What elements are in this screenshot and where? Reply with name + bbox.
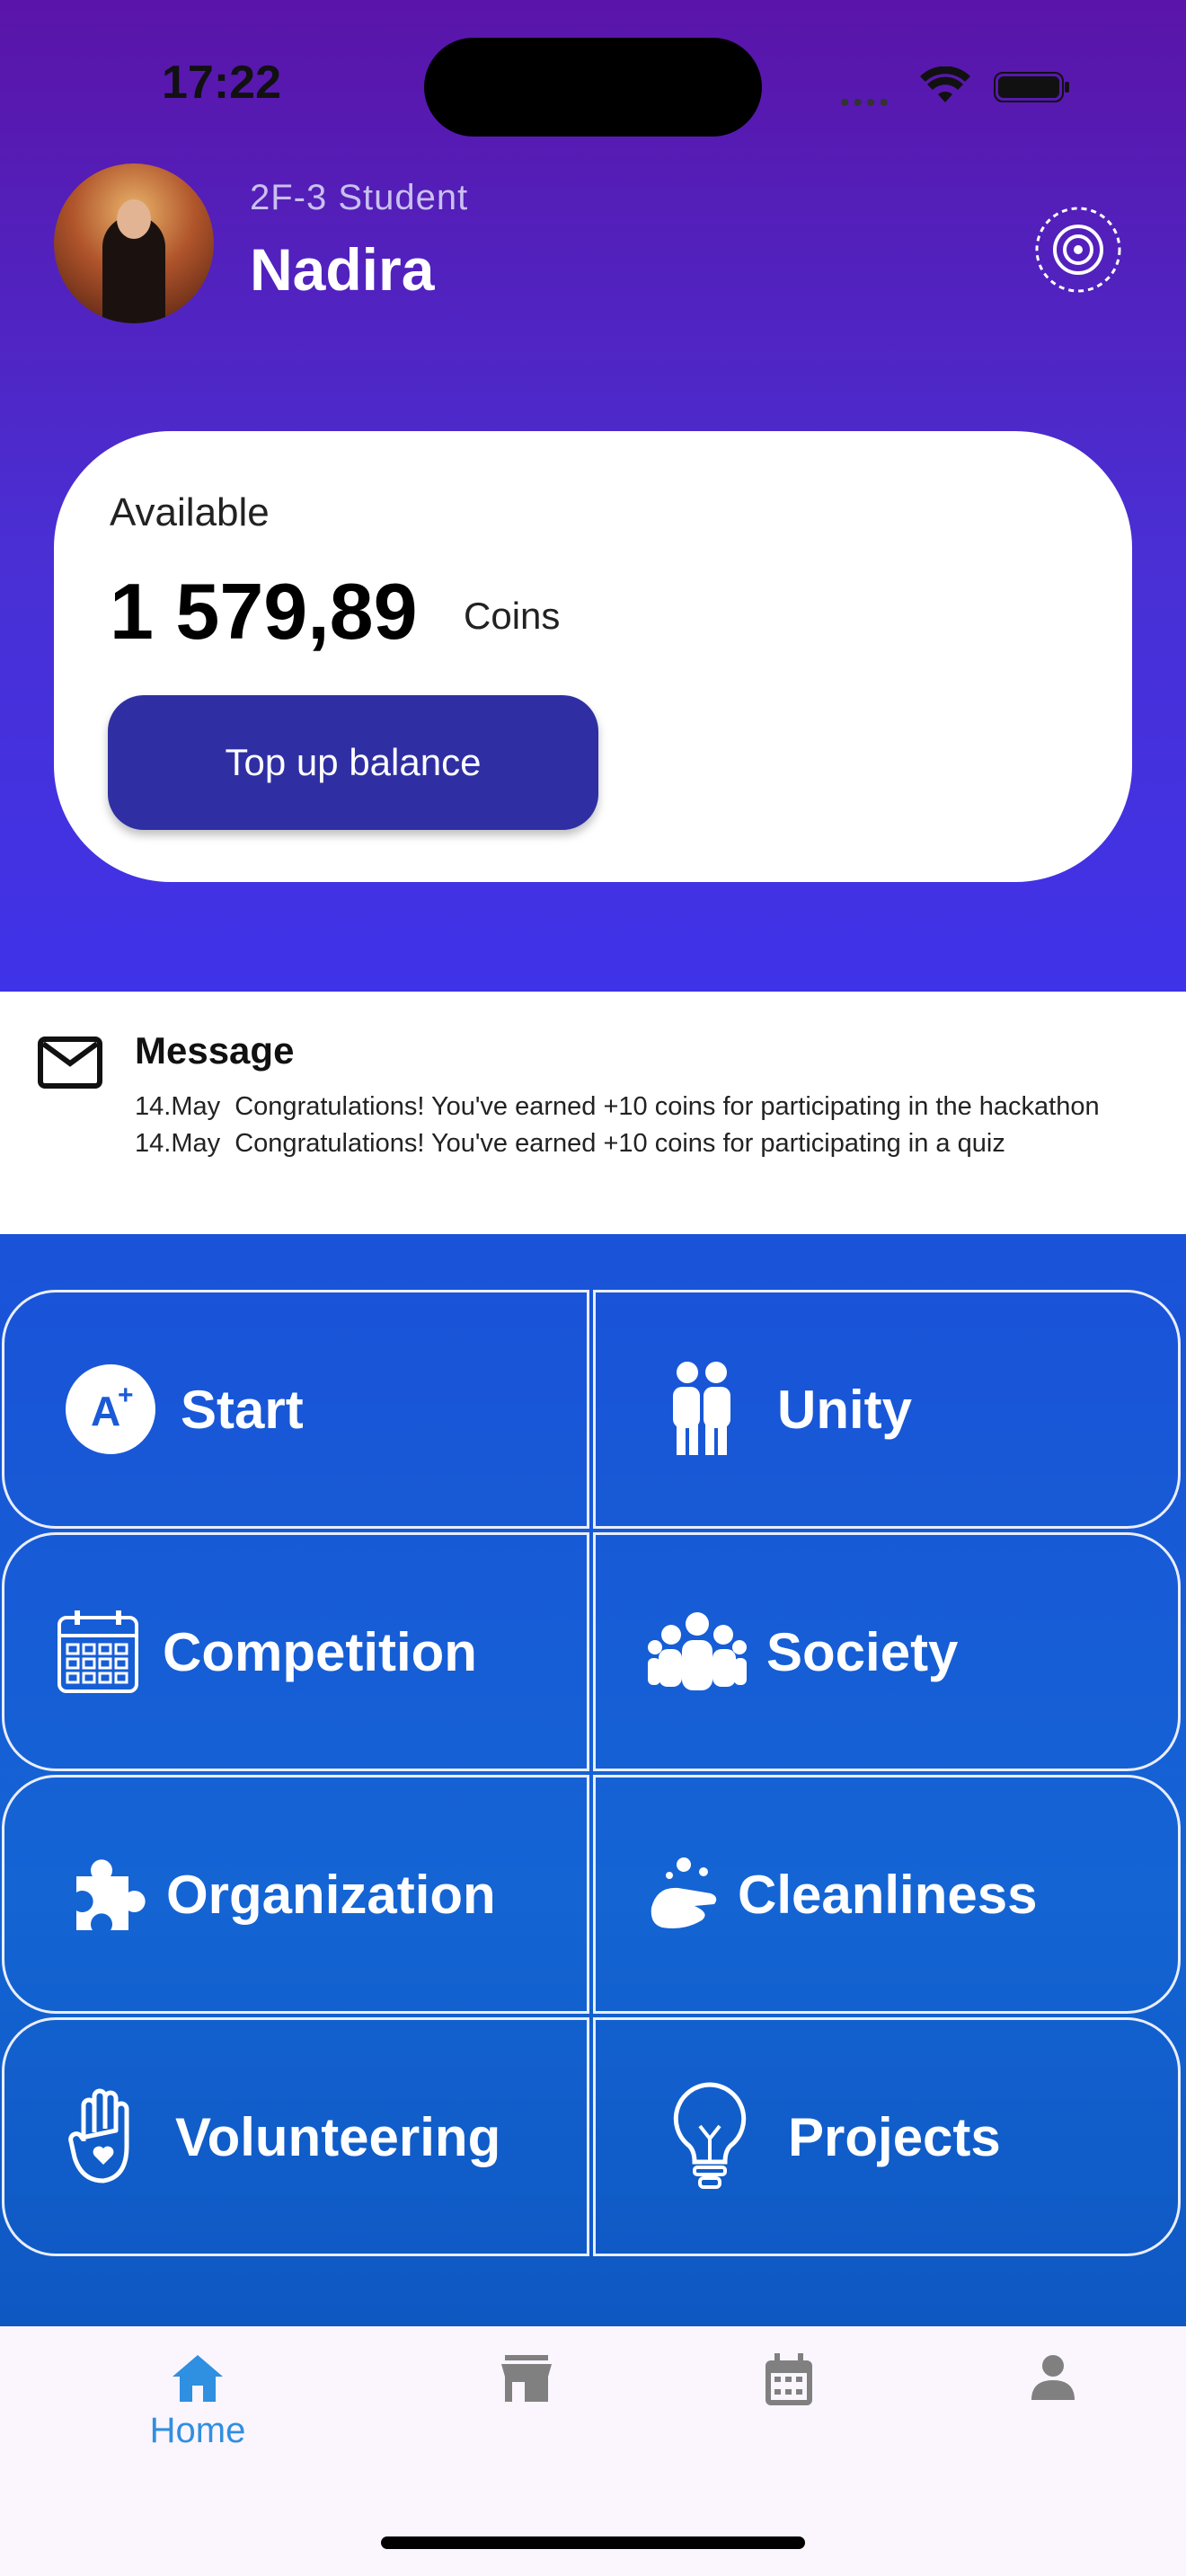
message-text: Congratulations! You've earned +10 coins… bbox=[235, 1092, 1100, 1121]
a-plus-icon: A + bbox=[66, 1364, 155, 1454]
balance-label: Available bbox=[110, 490, 270, 534]
category-label: Projects bbox=[788, 2106, 1001, 2167]
lightbulb-icon bbox=[673, 2082, 747, 2189]
message-item: 14.May Congratulations! You've earned +1… bbox=[135, 1125, 1150, 1162]
calendar-grid-icon bbox=[58, 1610, 138, 1693]
category-start[interactable]: A + Start bbox=[2, 1290, 589, 1529]
status-time: 17:22 bbox=[162, 57, 281, 109]
message-text: Congratulations! You've earned +10 coins… bbox=[235, 1129, 1005, 1158]
message-date: 14.May bbox=[135, 1129, 221, 1158]
person-icon bbox=[1031, 2355, 1075, 2400]
message-item: 14.May Congratulations! You've earned +1… bbox=[135, 1089, 1150, 1125]
nav-home[interactable]: Home bbox=[135, 2353, 261, 2451]
home-screen: 17:22 •••• 2F-3 Student Nadira Available… bbox=[0, 0, 1186, 2576]
college-logo-icon bbox=[1035, 207, 1121, 293]
category-volunteering[interactable]: Volunteering bbox=[2, 2017, 589, 2256]
category-label: Cleanliness bbox=[738, 1864, 1038, 1925]
category-projects[interactable]: Projects bbox=[593, 2017, 1181, 2256]
category-cleanliness[interactable]: Cleanliness bbox=[593, 1775, 1181, 2014]
category-label: Organization bbox=[166, 1864, 496, 1925]
category-label: Volunteering bbox=[175, 2106, 501, 2167]
category-competition[interactable]: Competition bbox=[2, 1532, 589, 1771]
category-society[interactable]: Society bbox=[593, 1532, 1181, 1771]
category-label: Society bbox=[766, 1621, 959, 1682]
category-unity[interactable]: Unity bbox=[593, 1290, 1181, 1529]
people-hug-icon bbox=[673, 1362, 730, 1455]
category-label: Competition bbox=[163, 1621, 477, 1682]
home-indicator[interactable] bbox=[381, 2536, 805, 2549]
puzzle-icon bbox=[76, 1859, 146, 1930]
battery-icon bbox=[994, 72, 1069, 102]
svg-text:A: A bbox=[91, 1388, 120, 1434]
balance-amount: 1 579,89 bbox=[110, 567, 418, 656]
wifi-icon bbox=[920, 66, 970, 102]
nav-home-label: Home bbox=[149, 2411, 246, 2450]
top-up-balance-button[interactable]: Top up balance bbox=[108, 695, 598, 830]
washing-hands-icon bbox=[651, 1857, 717, 1928]
category-organization[interactable]: Organization bbox=[2, 1775, 589, 2014]
home-icon bbox=[173, 2355, 223, 2402]
status-bar: 17:22 •••• bbox=[0, 0, 1186, 162]
avatar[interactable] bbox=[54, 163, 214, 323]
balance-card: Available 1 579,89 Coins Top up balance bbox=[54, 431, 1132, 882]
dynamic-island bbox=[424, 38, 762, 137]
category-grid: A + Start Unity Competition Society Orga… bbox=[0, 1234, 1186, 2326]
nav-profile[interactable] bbox=[1030, 2353, 1076, 2400]
category-label: Start bbox=[181, 1379, 304, 1440]
message-list: 14.May Congratulations! You've earned +1… bbox=[135, 1089, 1150, 1162]
message-title: Message bbox=[135, 1029, 295, 1072]
svg-text:+: + bbox=[118, 1381, 134, 1410]
nav-store[interactable] bbox=[500, 2353, 553, 2404]
balance-unit: Coins bbox=[464, 595, 561, 637]
store-icon bbox=[501, 2355, 552, 2402]
user-role: 2F-3 Student bbox=[250, 178, 469, 217]
group-icon bbox=[648, 1612, 747, 1690]
nav-calendar[interactable] bbox=[764, 2353, 814, 2407]
mail-icon bbox=[38, 1037, 102, 1089]
user-name: Nadira bbox=[250, 236, 435, 303]
message-panel[interactable]: Message 14.May Congratulations! You've e… bbox=[0, 992, 1186, 1234]
message-date: 14.May bbox=[135, 1092, 221, 1121]
header-gradient: 17:22 •••• 2F-3 Student Nadira Available… bbox=[0, 0, 1186, 992]
category-label: Unity bbox=[777, 1379, 912, 1440]
hand-heart-icon bbox=[68, 2088, 129, 2183]
calendar-icon bbox=[766, 2353, 812, 2405]
signal-dots-icon: •••• bbox=[840, 88, 893, 118]
